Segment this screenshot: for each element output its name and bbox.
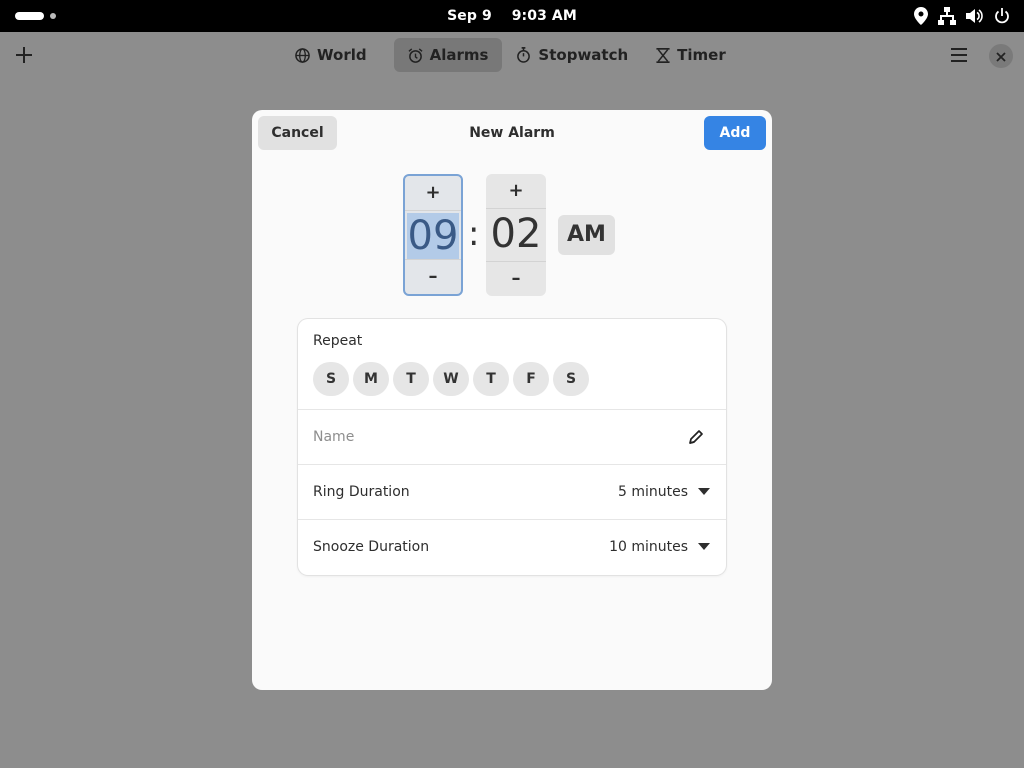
snooze-duration-value: 10 minutes <box>609 539 688 555</box>
hour-value: 09 <box>406 213 460 259</box>
dialog-title: New Alarm <box>469 125 555 141</box>
repeat-days: S M T W T F S <box>313 362 589 396</box>
day-toggle-saturday[interactable]: S <box>553 362 589 396</box>
new-alarm-button[interactable] <box>11 41 37 69</box>
clock[interactable]: Sep 9 9:03 AM <box>0 0 1024 32</box>
tab-timer[interactable]: Timer <box>642 38 740 72</box>
ring-duration-value: 5 minutes <box>617 484 688 500</box>
chevron-down-icon <box>698 543 710 550</box>
close-icon <box>996 47 1006 66</box>
tab-world[interactable]: World <box>281 38 381 72</box>
tab-stopwatch-label: Stopwatch <box>538 46 629 64</box>
time-separator: : <box>468 214 480 254</box>
top-bar: Sep 9 9:03 AM <box>0 0 1024 32</box>
pencil-icon <box>688 429 704 449</box>
network-icon <box>938 7 956 25</box>
tab-stopwatch[interactable]: Stopwatch <box>502 38 642 72</box>
day-toggle-sunday[interactable]: S <box>313 362 349 396</box>
main-menu-button[interactable] <box>950 47 968 67</box>
repeat-label: Repeat <box>313 333 363 349</box>
chevron-down-icon <box>698 488 710 495</box>
name-row[interactable]: Name <box>298 409 726 464</box>
minute-increment-button[interactable]: + <box>486 174 546 209</box>
volume-icon <box>966 8 984 24</box>
globe-icon <box>295 47 310 63</box>
tab-alarms-label: Alarms <box>429 46 489 64</box>
day-toggle-monday[interactable]: M <box>353 362 389 396</box>
app-header: World Alarms Stopwatch Timer <box>0 32 1024 78</box>
tab-world-label: World <box>317 46 367 64</box>
time-label: 9:03 AM <box>511 8 577 24</box>
hour-spinner: + 09 – <box>403 174 463 296</box>
add-button[interactable]: Add <box>704 116 766 150</box>
day-toggle-tuesday[interactable]: T <box>393 362 429 396</box>
day-toggle-friday[interactable]: F <box>513 362 549 396</box>
hourglass-icon <box>656 47 670 63</box>
ring-duration-label: Ring Duration <box>313 484 410 500</box>
location-icon <box>914 7 928 25</box>
hour-input[interactable]: 09 <box>405 210 461 262</box>
minute-spinner: + 02 – <box>486 174 546 296</box>
day-toggle-wednesday[interactable]: W <box>433 362 469 396</box>
power-icon <box>994 8 1010 24</box>
name-input[interactable]: Name <box>313 410 354 464</box>
ring-duration-row[interactable]: Ring Duration 5 minutes <box>298 464 726 519</box>
hour-increment-button[interactable]: + <box>405 176 461 211</box>
date-label: Sep 9 <box>447 8 492 24</box>
snooze-duration-label: Snooze Duration <box>313 539 430 555</box>
close-window-button[interactable] <box>989 44 1013 68</box>
alarm-settings-list: Repeat S M T W T F S Name Ring Duration … <box>298 319 726 575</box>
view-switcher: World Alarms Stopwatch Timer <box>281 38 740 72</box>
hamburger-menu-icon <box>950 48 968 67</box>
tab-timer-label: Timer <box>677 46 726 64</box>
plus-icon <box>15 41 33 71</box>
day-toggle-thursday[interactable]: T <box>473 362 509 396</box>
new-alarm-dialog: Cancel New Alarm Add + 09 – : + 02 – AM … <box>252 110 772 690</box>
alarm-clock-icon <box>408 47 423 63</box>
stopwatch-icon <box>516 47 531 63</box>
hour-decrement-button[interactable]: – <box>405 259 461 294</box>
snooze-duration-row[interactable]: Snooze Duration 10 minutes <box>298 519 726 574</box>
tab-alarms[interactable]: Alarms <box>393 38 503 72</box>
minute-decrement-button[interactable]: – <box>486 261 546 296</box>
system-tray[interactable] <box>914 7 1010 25</box>
minute-input[interactable]: 02 <box>486 208 546 260</box>
am-pm-toggle[interactable]: AM <box>558 215 615 255</box>
